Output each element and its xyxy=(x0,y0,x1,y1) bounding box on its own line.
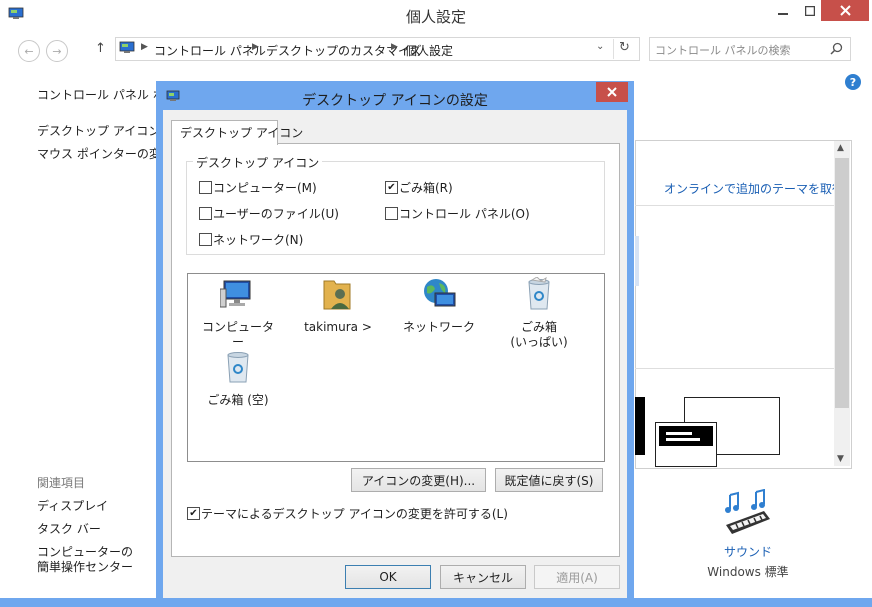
refresh-icon[interactable]: ↻ xyxy=(619,40,630,55)
icon-item-computer[interactable]: コンピューター xyxy=(198,277,278,350)
group-label: デスクトップ アイコン xyxy=(193,154,323,171)
change-mouse-pointer-link[interactable]: マウス ポインターの変更 xyxy=(37,145,173,162)
dialog-close-button[interactable] xyxy=(596,82,628,102)
taskbar-edge xyxy=(0,598,872,607)
user-folder-icon xyxy=(323,280,351,310)
gallery-divider xyxy=(635,368,834,369)
address-divider xyxy=(613,39,614,59)
scroll-down-icon[interactable]: ▼ xyxy=(837,454,844,464)
allow-themes-checkbox[interactable]: ✔ xyxy=(187,507,200,520)
network-checkbox[interactable] xyxy=(199,233,212,246)
sound-link[interactable]: サウンド xyxy=(708,543,788,560)
cancel-button[interactable]: キャンセル xyxy=(440,565,526,589)
computer-checkbox-label[interactable]: コンピューター(M) xyxy=(213,179,317,196)
icon-item-recycle-bin-empty[interactable]: ごみ箱 (空) xyxy=(198,350,278,408)
maximize-icon xyxy=(805,6,815,16)
address-bar[interactable]: ▶ コントロール パネル ▶ デスクトップのカスタマイズ ▶ 個人設定 ⌄ ↻ xyxy=(115,37,640,61)
icon-item-recycle-bin-full[interactable]: ごみ箱 (いっぱい) xyxy=(499,276,579,350)
icon-item-network[interactable]: ネットワーク xyxy=(399,277,479,335)
icon-label: ネットワーク xyxy=(402,320,475,334)
network-icon xyxy=(424,279,456,307)
chevron-right-icon: ▶ xyxy=(141,42,148,52)
user-files-checkbox[interactable] xyxy=(199,207,212,220)
recycle-bin-checkbox[interactable]: ✔ xyxy=(385,181,398,194)
theme-preview-titlebar xyxy=(659,426,713,446)
icon-item-user-folder[interactable]: takimura > xyxy=(298,277,378,335)
checkmark-icon: ✔ xyxy=(189,507,198,519)
up-arrow-icon[interactable]: ↑ xyxy=(95,41,106,56)
search-placeholder: コントロール パネルの検索 xyxy=(655,44,791,57)
minimize-button[interactable] xyxy=(768,0,798,22)
computer-checkbox[interactable] xyxy=(199,181,212,194)
change-icon-button[interactable]: アイコンの変更(H)... xyxy=(351,468,486,492)
recycle-bin-checkbox-label[interactable]: ごみ箱(R) xyxy=(399,179,453,196)
allow-themes-label[interactable]: テーマによるデスクトップ アイコンの変更を許可する(L) xyxy=(201,505,508,522)
theme-preview-window xyxy=(655,422,717,467)
breadcrumb-control-panel[interactable]: コントロール パネル xyxy=(154,42,266,59)
breadcrumb-personalization[interactable]: 個人設定 xyxy=(405,42,453,59)
dialog-title: デスクトップ アイコンの設定 xyxy=(302,93,488,109)
recycle-bin-full-icon xyxy=(528,276,550,310)
forward-button[interactable]: → xyxy=(46,40,68,62)
theme-preview-edge xyxy=(635,236,639,286)
close-icon xyxy=(607,87,617,97)
scrollbar-thumb[interactable] xyxy=(835,158,849,408)
forward-arrow-icon: → xyxy=(52,44,62,58)
recycle-bin-empty-icon xyxy=(227,352,249,383)
minimize-icon xyxy=(778,13,788,15)
breadcrumb-desktop-customize[interactable]: デスクトップのカスタマイズ xyxy=(266,42,422,59)
chevron-right-icon: ▶ xyxy=(252,42,259,52)
network-checkbox-label[interactable]: ネットワーク(N) xyxy=(213,231,303,248)
theme-preview-line xyxy=(666,438,700,441)
search-icon xyxy=(830,42,843,55)
restore-default-button[interactable]: 既定値に戻す(S) xyxy=(495,468,603,492)
theme-preview-line xyxy=(666,432,692,435)
window-title: 個人設定 xyxy=(405,8,466,26)
search-input[interactable]: コントロール パネルの検索 xyxy=(649,37,851,61)
checkmark-icon: ✔ xyxy=(387,181,396,193)
related-heading: 関連項目 xyxy=(37,476,86,490)
scroll-up-icon[interactable]: ▲ xyxy=(837,143,844,153)
back-arrow-icon: ← xyxy=(24,44,34,58)
computer-icon xyxy=(219,280,251,308)
icon-label: コンピューター xyxy=(201,320,274,349)
sound-value: Windows 標準 xyxy=(707,565,789,579)
gallery-divider xyxy=(635,205,834,206)
icon-label: takimura > xyxy=(304,320,372,334)
ok-button[interactable]: OK xyxy=(345,565,431,589)
control-panel-checkbox-label[interactable]: コントロール パネル(O) xyxy=(399,205,530,222)
control-panel-icon xyxy=(119,41,135,53)
help-icon[interactable]: ? xyxy=(845,74,861,90)
tab-desktop-icons-label: デスクトップ アイコン xyxy=(180,126,304,140)
chevron-down-icon[interactable]: ⌄ xyxy=(596,41,604,52)
taskbar-link[interactable]: タスク バー xyxy=(37,520,101,537)
theme-preview-dark[interactable] xyxy=(635,397,645,455)
close-icon xyxy=(839,5,851,16)
ease-of-access-link-line2[interactable]: 簡単操作センター xyxy=(37,558,133,575)
icon-label: ごみ箱 (空) xyxy=(207,393,269,407)
sound-icon[interactable] xyxy=(722,489,772,537)
user-files-checkbox-label[interactable]: ユーザーのファイル(U) xyxy=(213,205,339,222)
back-button[interactable]: ← xyxy=(18,40,40,62)
close-button[interactable] xyxy=(821,0,869,21)
online-themes-link[interactable]: オンラインで追加のテーマを取得 xyxy=(664,180,844,197)
control-panel-checkbox[interactable] xyxy=(385,207,398,220)
apply-button[interactable]: 適用(A) xyxy=(534,565,620,589)
icon-label-line2: (いっぱい) xyxy=(510,335,568,349)
chevron-right-icon: ▶ xyxy=(391,42,398,52)
icon-label: ごみ箱 xyxy=(520,320,557,334)
display-link[interactable]: ディスプレイ xyxy=(37,497,108,514)
